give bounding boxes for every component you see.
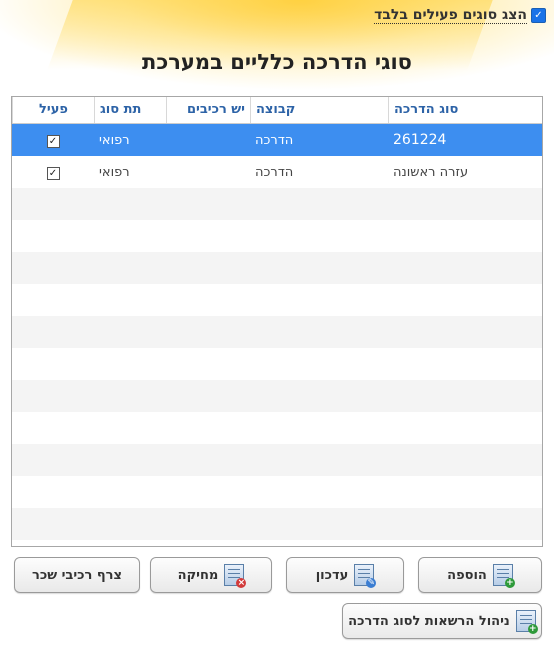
empty-row — [12, 508, 542, 540]
update-button-label: עדכון — [315, 567, 349, 583]
cell-type: עזרה ראשונה — [393, 164, 469, 180]
cell-group: הדרכה — [255, 164, 294, 180]
empty-row — [12, 220, 542, 252]
active-checkbox[interactable]: ✓ — [46, 166, 60, 180]
page-title: סוגי הדרכה כלליים במערכת — [142, 50, 412, 74]
active-only-label[interactable]: הצג סוגים פעילים בלבד — [374, 7, 527, 24]
manage-permissions-button[interactable]: + ניהול הרשאות לסוג הדרכה — [342, 603, 542, 639]
add-button[interactable]: + הוספה — [418, 557, 542, 593]
table-row[interactable]: עזרה ראשונה הדרכה רפואי ✓ — [12, 156, 542, 188]
add-icon: + — [492, 564, 515, 588]
active-checkbox[interactable]: ✓ — [46, 134, 60, 148]
cell-active: ✓ — [12, 165, 94, 180]
cell-active: ✓ — [12, 133, 94, 148]
table-row[interactable]: 261224 הדרכה רפואי ✓ — [12, 124, 542, 156]
cell-group: הדרכה — [255, 132, 294, 148]
delete-icon: × — [224, 564, 247, 588]
cell-subtype: רפואי — [99, 164, 130, 180]
empty-row — [12, 188, 542, 220]
cell-subtype: רפואי — [99, 132, 130, 148]
grid-header: סוג הדרכה קבוצה יש רכיבים תת סוג פעיל — [12, 97, 542, 124]
active-only-filter[interactable]: ✓ הצג סוגים פעילים בלבד — [374, 7, 546, 24]
column-header-type[interactable]: סוג הדרכה — [388, 97, 542, 123]
empty-row — [12, 412, 542, 444]
update-icon: ✎ — [354, 564, 377, 588]
empty-row — [12, 476, 542, 508]
training-types-grid: סוג הדרכה קבוצה יש רכיבים תת סוג פעיל 26… — [11, 96, 543, 547]
empty-row — [12, 252, 542, 284]
attach-salary-components-button[interactable]: צרף רכיבי שכר — [14, 557, 140, 593]
empty-row — [12, 444, 542, 476]
update-button[interactable]: ✎ עדכון — [286, 557, 404, 593]
cell-type: 261224 — [393, 132, 447, 148]
column-header-group[interactable]: קבוצה — [250, 97, 388, 123]
column-header-components[interactable]: יש רכיבים — [166, 97, 250, 123]
empty-row — [12, 316, 542, 348]
empty-row — [12, 348, 542, 380]
active-only-checkbox[interactable]: ✓ — [531, 8, 546, 23]
column-header-subtype[interactable]: תת סוג — [94, 97, 166, 123]
add-button-label: הוספה — [447, 567, 487, 583]
empty-row — [12, 284, 542, 316]
delete-button[interactable]: × מחיקה — [150, 557, 272, 593]
attach-button-label: צרף רכיבי שכר — [32, 567, 122, 583]
permissions-button-label: ניהול הרשאות לסוג הדרכה — [348, 613, 510, 629]
column-header-active[interactable]: פעיל — [12, 97, 94, 123]
delete-button-label: מחיקה — [177, 567, 219, 583]
permissions-icon: + — [515, 610, 538, 634]
empty-row — [12, 380, 542, 412]
